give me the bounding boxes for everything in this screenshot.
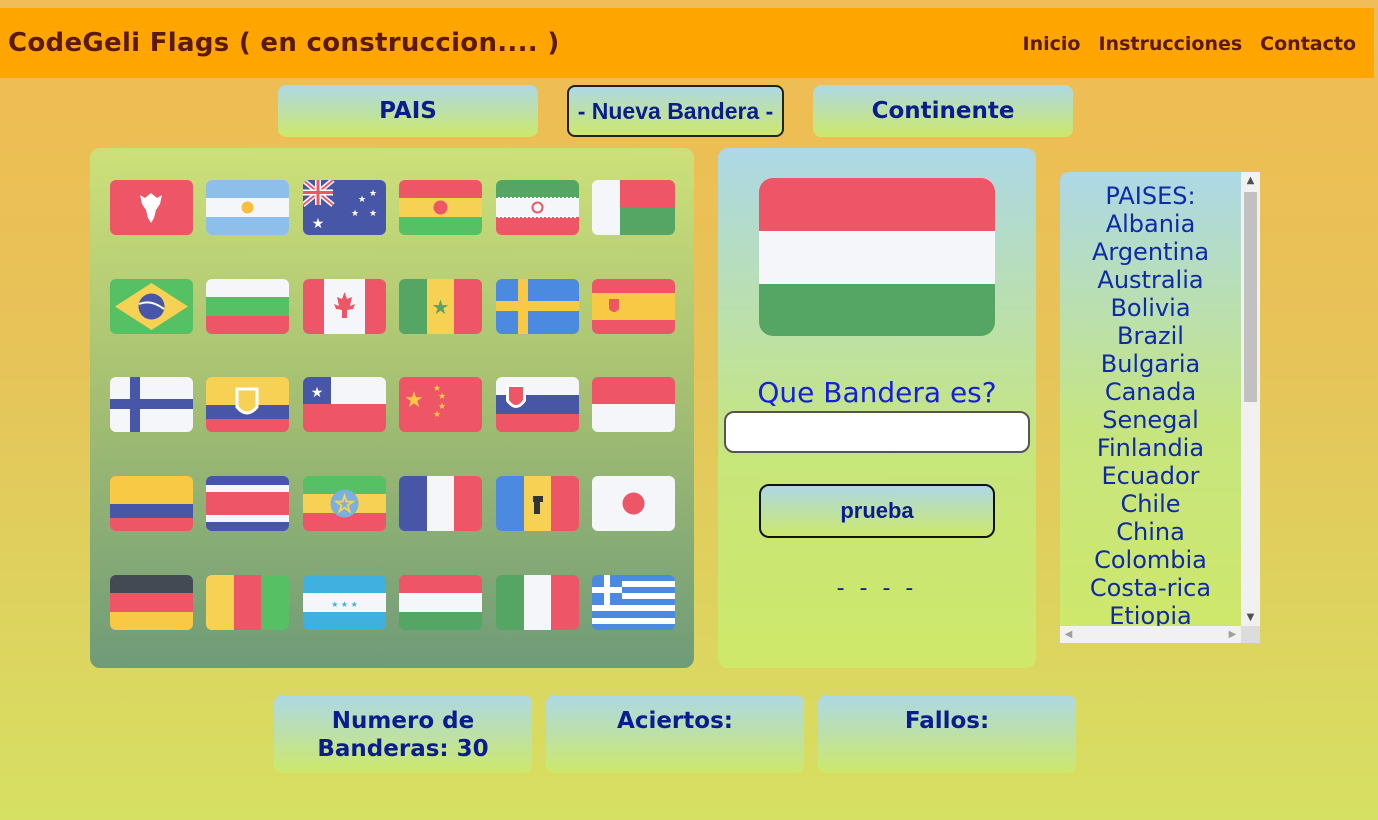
- china-flag[interactable]: ★ ★ ★ ★ ★: [399, 377, 482, 432]
- list-heading: PAISES:: [1105, 182, 1196, 210]
- country-list-content: PAISES: Albania Argentina Australia Boli…: [1060, 182, 1241, 630]
- nav-contacto[interactable]: Contacto: [1260, 33, 1356, 55]
- top-nav: Inicio Instrucciones Contacto: [1023, 33, 1356, 55]
- answer-input[interactable]: [724, 411, 1030, 453]
- aciertos-label: Aciertos:: [617, 708, 733, 734]
- svg-text:★: ★: [438, 392, 446, 402]
- germany-flag[interactable]: [110, 575, 193, 630]
- spain-flag[interactable]: [592, 279, 675, 334]
- list-item: Ecuador: [1101, 462, 1200, 490]
- list-item: Brazil: [1117, 322, 1184, 350]
- prueba-button[interactable]: prueba: [759, 484, 995, 538]
- scrollbar-corner: [1241, 626, 1260, 643]
- svg-text:★ ★ ★: ★ ★ ★: [331, 600, 358, 609]
- svg-text:★: ★: [432, 295, 450, 319]
- horizontal-scrollbar[interactable]: ◀ ▶: [1060, 626, 1241, 643]
- finland-flag[interactable]: [110, 377, 193, 432]
- header-bar: CodeGeli Flags ( en construccion.... ) I…: [0, 8, 1374, 78]
- italy-flag[interactable]: [496, 575, 579, 630]
- svg-text:★: ★: [311, 385, 324, 401]
- flag-grid-panel: ★ ★ ★ ★ ★ ★ ★ ★ ★ ★ ★ ★ ☆ ★ ★ ★: [90, 148, 694, 668]
- list-item: Costa-rica: [1089, 574, 1212, 602]
- list-item: Canada: [1104, 378, 1197, 406]
- nav-instrucciones[interactable]: Instrucciones: [1098, 33, 1242, 55]
- ecuador-flag[interactable]: [206, 377, 289, 432]
- svg-text:★: ★: [351, 209, 359, 219]
- flag-count-box: Numero de Banderas: 30: [274, 695, 532, 773]
- argentina-flag[interactable]: [206, 180, 289, 235]
- ethiopia-flag[interactable]: ☆: [303, 476, 386, 531]
- list-item: Chile: [1120, 490, 1181, 518]
- nav-inicio[interactable]: Inicio: [1023, 33, 1081, 55]
- slovenia-flag[interactable]: [496, 377, 579, 432]
- scroll-down-icon[interactable]: ▼: [1241, 609, 1260, 626]
- app-title: CodeGeli Flags ( en construccion.... ): [8, 28, 560, 58]
- quiz-panel: Que Bandera es? prueba - - - -: [718, 148, 1036, 668]
- canada-flag[interactable]: [303, 279, 386, 334]
- flag-count-text: Numero de Banderas: 30: [317, 708, 489, 762]
- iran-flag[interactable]: [496, 180, 579, 235]
- list-item: Senegal: [1102, 406, 1199, 434]
- list-item: Albania: [1105, 210, 1196, 238]
- svg-text:★: ★: [404, 388, 424, 413]
- costa-rica-flag[interactable]: [206, 476, 289, 531]
- vertical-scrollbar[interactable]: ▲ ▼: [1241, 172, 1260, 626]
- list-item: Bolivia: [1110, 294, 1191, 322]
- australia-flag[interactable]: ★ ★ ★ ★ ★: [303, 180, 386, 235]
- current-flag-image: [759, 178, 995, 336]
- list-item: Australia: [1097, 266, 1204, 294]
- list-item: Colombia: [1094, 546, 1207, 574]
- list-item: China: [1116, 518, 1185, 546]
- svg-text:★: ★: [312, 216, 325, 232]
- question-label: Que Bandera es?: [757, 376, 997, 409]
- france-flag[interactable]: [399, 476, 482, 531]
- country-list[interactable]: PAISES: Albania Argentina Australia Boli…: [1060, 172, 1260, 643]
- greece-flag[interactable]: [592, 575, 675, 630]
- bolivia-flag[interactable]: [399, 180, 482, 235]
- indonesia-flag[interactable]: [592, 377, 675, 432]
- fallos-box: Fallos:: [818, 695, 1076, 773]
- brazil-flag[interactable]: [110, 279, 193, 334]
- list-item: Finlandia: [1096, 434, 1205, 462]
- aciertos-box: Aciertos:: [546, 695, 804, 773]
- hungary-small-flag[interactable]: [399, 575, 482, 630]
- madagascar-flag[interactable]: [592, 180, 675, 235]
- new-flag-button[interactable]: - Nueva Bandera -: [567, 85, 784, 137]
- colombia-flag[interactable]: [110, 476, 193, 531]
- scroll-left-icon[interactable]: ◀: [1060, 626, 1077, 643]
- svg-text:★: ★: [369, 209, 377, 219]
- scroll-thumb[interactable]: [1244, 192, 1257, 402]
- fallos-label: Fallos:: [904, 708, 990, 734]
- sweden-flag[interactable]: [496, 279, 579, 334]
- top-strip: [0, 0, 1378, 8]
- albania-flag[interactable]: [110, 180, 193, 235]
- list-item: Bulgaria: [1100, 350, 1201, 378]
- scroll-up-icon[interactable]: ▲: [1241, 172, 1260, 189]
- honduras-flag[interactable]: ★ ★ ★: [303, 575, 386, 630]
- bulgaria-flag[interactable]: [206, 279, 289, 334]
- senegal-flag[interactable]: ★: [399, 279, 482, 334]
- scroll-right-icon[interactable]: ▶: [1224, 626, 1241, 643]
- svg-text:★: ★: [358, 195, 366, 205]
- japan-flag[interactable]: [592, 476, 675, 531]
- result-text: - - - -: [836, 576, 918, 601]
- guinea-flag[interactable]: [206, 575, 289, 630]
- andorra-flag[interactable]: [496, 476, 579, 531]
- svg-text:★: ★: [369, 189, 377, 199]
- svg-text:☆: ☆: [334, 490, 356, 518]
- list-item: Argentina: [1091, 238, 1210, 266]
- svg-text:★: ★: [433, 410, 441, 420]
- chile-flag[interactable]: ★: [303, 377, 386, 432]
- continente-mode-button[interactable]: Continente: [813, 85, 1073, 137]
- pais-mode-button[interactable]: PAIS: [278, 85, 538, 137]
